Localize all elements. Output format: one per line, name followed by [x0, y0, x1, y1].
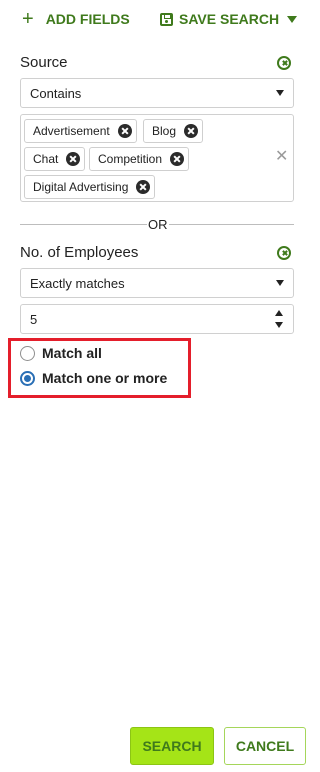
employees-value: 5	[30, 311, 38, 327]
divider-line	[20, 224, 147, 225]
tag-chip: Blog	[143, 119, 204, 143]
tag-label: Chat	[33, 152, 59, 166]
radio-match-one-or-more[interactable]: Match one or more	[20, 370, 167, 386]
chevron-down-icon[interactable]	[287, 15, 298, 23]
radio-button-selected[interactable]	[20, 370, 35, 386]
remove-tag-icon[interactable]	[170, 152, 185, 166]
save-search-button[interactable]: SAVE SEARCH	[160, 11, 298, 27]
tag-chip: Chat	[24, 147, 86, 171]
tag-chip: Digital Advertising	[24, 175, 156, 199]
clear-employees-icon[interactable]	[277, 246, 291, 260]
radio-label: Match one or more	[42, 370, 168, 386]
clear-source-icon[interactable]	[277, 56, 291, 70]
remove-tag-icon[interactable]	[184, 124, 199, 138]
tag-label: Advertisement	[33, 124, 110, 138]
tag-chip: Advertisement	[24, 119, 137, 143]
employees-operator-select[interactable]: Exactly matches	[20, 268, 294, 298]
tag-label: Digital Advertising	[33, 180, 129, 194]
decrement-icon[interactable]	[275, 322, 283, 328]
employees-number-input[interactable]: 5	[20, 304, 294, 334]
increment-icon[interactable]	[275, 310, 283, 316]
source-label: Source	[20, 54, 68, 71]
search-button-label: SEARCH	[142, 738, 202, 754]
tag-label: Competition	[98, 152, 163, 166]
plus-icon: +	[22, 8, 34, 30]
remove-tag-icon[interactable]	[117, 124, 132, 138]
caret-down-icon	[276, 280, 284, 286]
cancel-button[interactable]: CANCEL	[224, 727, 306, 765]
save-icon	[160, 12, 173, 26]
radio-match-all[interactable]: Match all	[20, 345, 102, 361]
source-operator-value: Contains	[30, 85, 82, 101]
add-fields-button[interactable]: + ADD FIELDS	[22, 8, 130, 30]
caret-down-icon	[276, 90, 284, 96]
filter-toolbar: + ADD FIELDS SAVE SEARCH	[0, 0, 314, 40]
clear-tags-icon[interactable]: ✕	[275, 149, 288, 165]
search-button[interactable]: SEARCH	[130, 727, 214, 765]
remove-tag-icon[interactable]	[66, 152, 81, 166]
divider-line	[169, 224, 294, 225]
employees-label: No. of Employees	[20, 244, 139, 261]
add-fields-label: ADD FIELDS	[45, 11, 130, 27]
source-tags-field[interactable]: Advertisement Blog Chat Competition Digi…	[20, 114, 294, 202]
employees-operator-value: Exactly matches	[30, 275, 125, 291]
tag-label: Blog	[152, 124, 177, 138]
save-search-label: SAVE SEARCH	[179, 11, 280, 27]
remove-tag-icon[interactable]	[136, 180, 151, 194]
or-label: OR	[148, 217, 168, 232]
source-operator-select[interactable]: Contains	[20, 78, 294, 108]
radio-button[interactable]	[20, 345, 35, 361]
tag-chip: Competition	[89, 147, 190, 171]
or-divider: OR	[20, 216, 294, 232]
cancel-button-label: CANCEL	[235, 738, 295, 754]
radio-label: Match all	[42, 345, 102, 361]
